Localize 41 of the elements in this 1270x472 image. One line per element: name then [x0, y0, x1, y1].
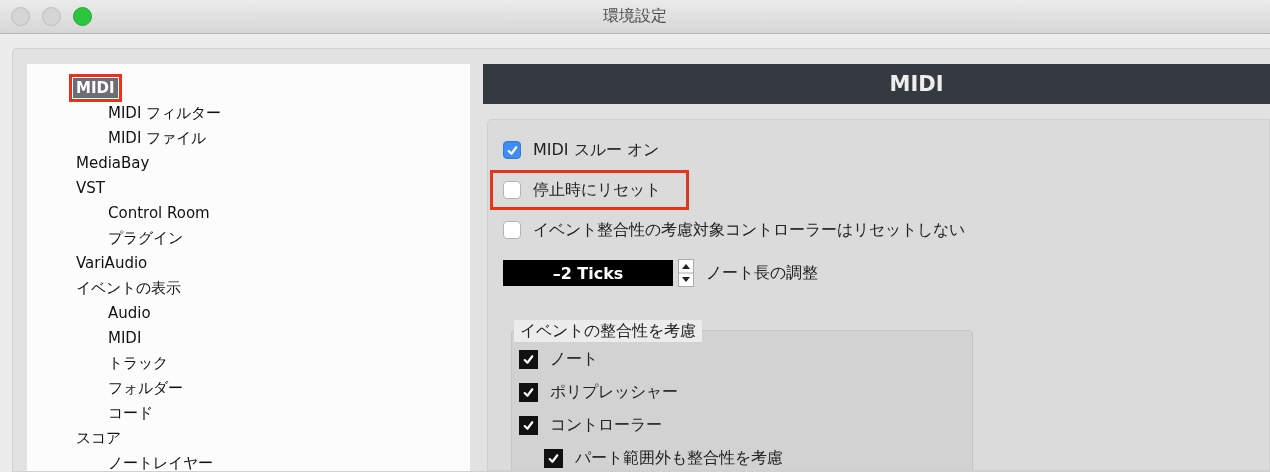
checkbox-label: ポリプレッシャー [550, 382, 678, 403]
field-label: ノート長の調整 [706, 262, 818, 284]
checkbox-label: パート範囲外も整合性を考慮 [575, 448, 783, 469]
tree-item[interactable]: MIDI フィルター [105, 102, 225, 123]
tree-item[interactable]: Control Room [105, 202, 213, 223]
checkbox-label: 停止時にリセット [533, 179, 661, 201]
tree-item[interactable]: VariAudio [73, 252, 151, 273]
stepper[interactable] [678, 259, 694, 287]
checkmark-icon [505, 143, 519, 157]
tree-item[interactable]: ノートレイヤー [105, 452, 216, 471]
checkbox-label: コントローラー [550, 415, 662, 436]
checkmark-icon [522, 419, 535, 432]
number-field[interactable]: –2 Ticks [503, 260, 673, 286]
tree-item[interactable]: フォルダー [105, 377, 186, 398]
checkbox-label: イベント整合性の考慮対象コントローラーはリセットしない [533, 219, 965, 241]
checkmark-icon [547, 452, 560, 465]
tree-item[interactable]: スコア [73, 427, 124, 448]
checkbox[interactable] [503, 141, 521, 159]
window-title: 環境設定 [603, 6, 667, 27]
tree-item[interactable]: Audio [105, 302, 154, 323]
tree-item[interactable]: MediaBay [73, 152, 153, 173]
checkbox[interactable] [503, 181, 521, 199]
checkbox-label: MIDI スルー オン [533, 139, 659, 161]
checkmark-icon [522, 353, 535, 366]
section-title: MIDI [889, 72, 944, 96]
tree-item[interactable]: VST [73, 177, 108, 198]
tree-item[interactable]: トラック [105, 352, 171, 373]
tree-item[interactable]: コード [105, 402, 156, 423]
checkbox[interactable] [519, 383, 538, 402]
checkmark-icon [522, 386, 535, 399]
checkbox[interactable] [544, 449, 563, 468]
tree-item[interactable]: プラグイン [105, 227, 186, 248]
checkbox[interactable] [519, 350, 538, 369]
tree-item[interactable]: イベントの表示 [73, 277, 184, 298]
tree-item[interactable]: MIDI ファイル [105, 127, 210, 148]
checkbox-label: ノート [550, 349, 598, 370]
tree-item[interactable]: MIDI [105, 327, 145, 348]
checkbox[interactable] [519, 416, 538, 435]
group-title: イベントの整合性を考慮 [514, 320, 702, 342]
checkbox[interactable] [503, 221, 521, 239]
zoom-button[interactable] [73, 7, 92, 26]
